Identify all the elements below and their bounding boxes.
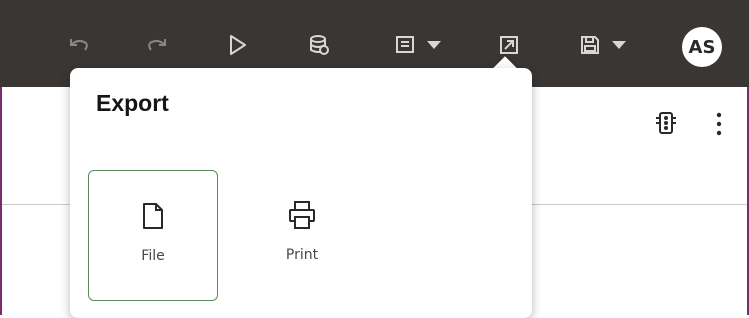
save-dropdown-button[interactable]: [570, 27, 638, 63]
run-button[interactable]: [221, 27, 255, 63]
notes-dropdown-button[interactable]: [384, 27, 454, 63]
caret-down-icon: [427, 41, 441, 49]
printer-icon: [289, 201, 315, 229]
caret-down-icon: [612, 41, 626, 49]
redo-button[interactable]: [140, 27, 174, 63]
data-icon: [310, 35, 329, 55]
export-option-file[interactable]: File: [88, 170, 218, 301]
more-options-button[interactable]: [714, 112, 724, 140]
export-option-print[interactable]: Print: [237, 170, 367, 301]
traffic-light-button[interactable]: [655, 112, 677, 138]
export-button[interactable]: [492, 27, 526, 63]
more-vertical-icon: [716, 112, 722, 136]
popup-title: Export: [96, 90, 169, 116]
export-icon: [500, 36, 518, 54]
traffic-light-icon: [656, 112, 676, 134]
export-popup: Export File Print: [70, 68, 532, 318]
export-option-label: File: [141, 248, 165, 264]
run-icon: [230, 35, 246, 55]
data-button[interactable]: [302, 27, 336, 63]
notes-icon: [396, 36, 414, 53]
user-avatar[interactable]: AS: [682, 27, 722, 67]
save-icon: [581, 36, 599, 54]
undo-button[interactable]: [62, 27, 96, 63]
export-option-label: Print: [285, 247, 319, 263]
redo-icon: [148, 39, 166, 51]
file-icon: [143, 203, 163, 229]
undo-icon: [70, 39, 88, 51]
